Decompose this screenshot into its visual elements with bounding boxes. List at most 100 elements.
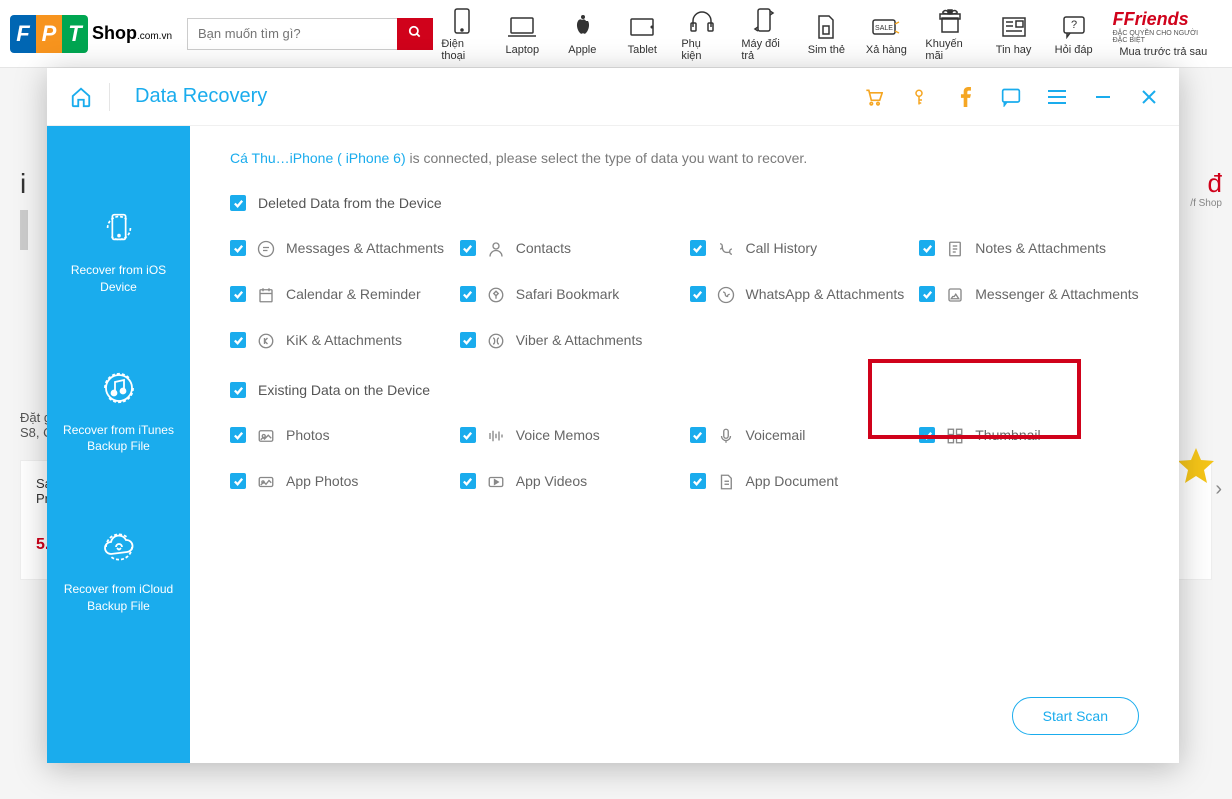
- key-icon[interactable]: [909, 87, 929, 107]
- device-link[interactable]: Cá Thu…iPhone ( iPhone 6): [230, 150, 406, 166]
- option-item[interactable]: Calendar & Reminder: [230, 285, 450, 305]
- search-input[interactable]: [187, 18, 397, 50]
- option-label: Photos: [286, 426, 330, 444]
- type-icon: [716, 239, 736, 259]
- connection-message: Cá Thu…iPhone ( iPhone 6) is connected, …: [230, 150, 1139, 166]
- option-item[interactable]: Viber & Attachments: [460, 331, 680, 351]
- section-deleted[interactable]: Deleted Data from the Device: [230, 194, 1139, 211]
- start-scan-button[interactable]: Start Scan: [1012, 697, 1139, 735]
- nav-phone[interactable]: Điện thoại: [433, 2, 491, 66]
- option-item[interactable]: Photos: [230, 426, 450, 446]
- checkbox-icon[interactable]: [690, 240, 706, 256]
- type-icon: [716, 285, 736, 305]
- option-item[interactable]: WhatsApp & Attachments: [690, 285, 910, 305]
- option-item[interactable]: KiK & Attachments: [230, 331, 450, 351]
- type-icon: [486, 472, 506, 492]
- option-item[interactable]: Messenger & Attachments: [919, 285, 1139, 305]
- close-icon[interactable]: [1139, 87, 1159, 107]
- checkbox-icon[interactable]: [230, 427, 246, 443]
- feedback-icon[interactable]: [1001, 87, 1021, 107]
- option-label: Voice Memos: [516, 426, 600, 444]
- nav-apple[interactable]: Apple: [553, 2, 611, 66]
- facebook-icon[interactable]: [955, 87, 975, 107]
- option-item[interactable]: App Videos: [460, 472, 680, 492]
- checkbox-icon[interactable]: [460, 240, 476, 256]
- fpt-logo[interactable]: FPT Shop.com.vn: [10, 15, 172, 53]
- nav-news[interactable]: Tin hay: [985, 2, 1043, 66]
- checkbox-icon[interactable]: [690, 427, 706, 443]
- option-item[interactable]: Messages & Attachments: [230, 239, 450, 259]
- option-label: KiK & Attachments: [286, 331, 402, 349]
- option-label: Voicemail: [746, 426, 806, 444]
- sidebar-recover-itunes[interactable]: Recover from iTunes Backup File: [47, 341, 190, 501]
- option-item[interactable]: Notes & Attachments: [919, 239, 1139, 259]
- option-item[interactable]: Thumbnail: [919, 426, 1139, 446]
- option-label: App Document: [746, 472, 839, 490]
- nav-friends[interactable]: FFriendsĐẶC QUYỀN CHO NGƯỜI ĐẶC BIỆTMua …: [1105, 2, 1222, 66]
- checkbox-icon[interactable]: [460, 286, 476, 302]
- type-icon: [945, 285, 965, 305]
- type-icon: [945, 239, 965, 259]
- section-existing[interactable]: Existing Data on the Device: [230, 381, 1139, 398]
- search-button[interactable]: [397, 18, 433, 50]
- nav-tablet[interactable]: Tablet: [613, 2, 671, 66]
- type-icon: [256, 239, 276, 259]
- menu-icon[interactable]: [1047, 87, 1067, 107]
- nav-accessory[interactable]: Phụ kiện: [673, 2, 731, 66]
- checkbox-icon[interactable]: [230, 473, 246, 489]
- app-window: Data Recovery Recover from iOS Device Re…: [47, 68, 1179, 763]
- nav-promo[interactable]: Khuyến mãi: [917, 2, 982, 66]
- checkbox-icon[interactable]: [230, 286, 246, 302]
- checkbox-icon[interactable]: [230, 382, 246, 398]
- type-icon: [256, 331, 276, 351]
- checkbox-icon[interactable]: [690, 286, 706, 302]
- cart-icon[interactable]: [863, 87, 883, 107]
- type-icon: [486, 331, 506, 351]
- checkbox-icon[interactable]: [460, 427, 476, 443]
- option-item[interactable]: App Document: [690, 472, 910, 492]
- checkbox-icon[interactable]: [919, 286, 935, 302]
- sidebar-recover-ios[interactable]: Recover from iOS Device: [47, 181, 190, 341]
- checkbox-icon[interactable]: [230, 195, 246, 211]
- option-label: Viber & Attachments: [516, 331, 643, 349]
- type-icon: [486, 239, 506, 259]
- nav-sale[interactable]: SALEXả hàng: [857, 2, 915, 66]
- option-item[interactable]: Contacts: [460, 239, 680, 259]
- option-label: Contacts: [516, 239, 571, 257]
- carousel-next-icon[interactable]: ›: [1215, 478, 1222, 501]
- search-bar: [187, 18, 433, 50]
- app-main: Cá Thu…iPhone ( iPhone 6) is connected, …: [190, 126, 1179, 763]
- type-icon: [486, 285, 506, 305]
- checkbox-icon[interactable]: [690, 473, 706, 489]
- option-label: App Photos: [286, 472, 358, 490]
- app-title: Data Recovery: [135, 85, 267, 108]
- option-item[interactable]: Voice Memos: [460, 426, 680, 446]
- type-icon: [486, 426, 506, 446]
- option-label: Calendar & Reminder: [286, 285, 421, 303]
- nav-exchange[interactable]: Máy đổi trả: [733, 2, 795, 66]
- option-item[interactable]: Call History: [690, 239, 910, 259]
- checkbox-icon[interactable]: [460, 473, 476, 489]
- svg-text:SALE: SALE: [875, 25, 893, 32]
- svg-text:?: ?: [1071, 19, 1077, 31]
- app-sidebar: Recover from iOS Device Recover from iTu…: [47, 126, 190, 763]
- checkbox-icon[interactable]: [230, 240, 246, 256]
- site-header: FPT Shop.com.vn Điện thoại Laptop Apple …: [0, 0, 1232, 68]
- itunes-refresh-icon: [99, 366, 139, 410]
- option-item[interactable]: Safari Bookmark: [460, 285, 680, 305]
- checkbox-icon[interactable]: [919, 427, 935, 443]
- minimize-icon[interactable]: [1093, 87, 1113, 107]
- checkbox-icon[interactable]: [919, 240, 935, 256]
- home-icon[interactable]: [67, 83, 95, 111]
- sidebar-recover-icloud[interactable]: Recover from iCloud Backup File: [47, 500, 190, 660]
- type-icon: [256, 426, 276, 446]
- type-icon: [256, 472, 276, 492]
- nav-laptop[interactable]: Laptop: [493, 2, 551, 66]
- checkbox-icon[interactable]: [460, 332, 476, 348]
- nav-faq[interactable]: ?Hỏi đáp: [1045, 2, 1103, 66]
- checkbox-icon[interactable]: [230, 332, 246, 348]
- app-titlebar: Data Recovery: [47, 68, 1179, 126]
- nav-sim[interactable]: Sim thẻ: [797, 2, 855, 66]
- option-item[interactable]: Voicemail: [690, 426, 910, 446]
- option-item[interactable]: App Photos: [230, 472, 450, 492]
